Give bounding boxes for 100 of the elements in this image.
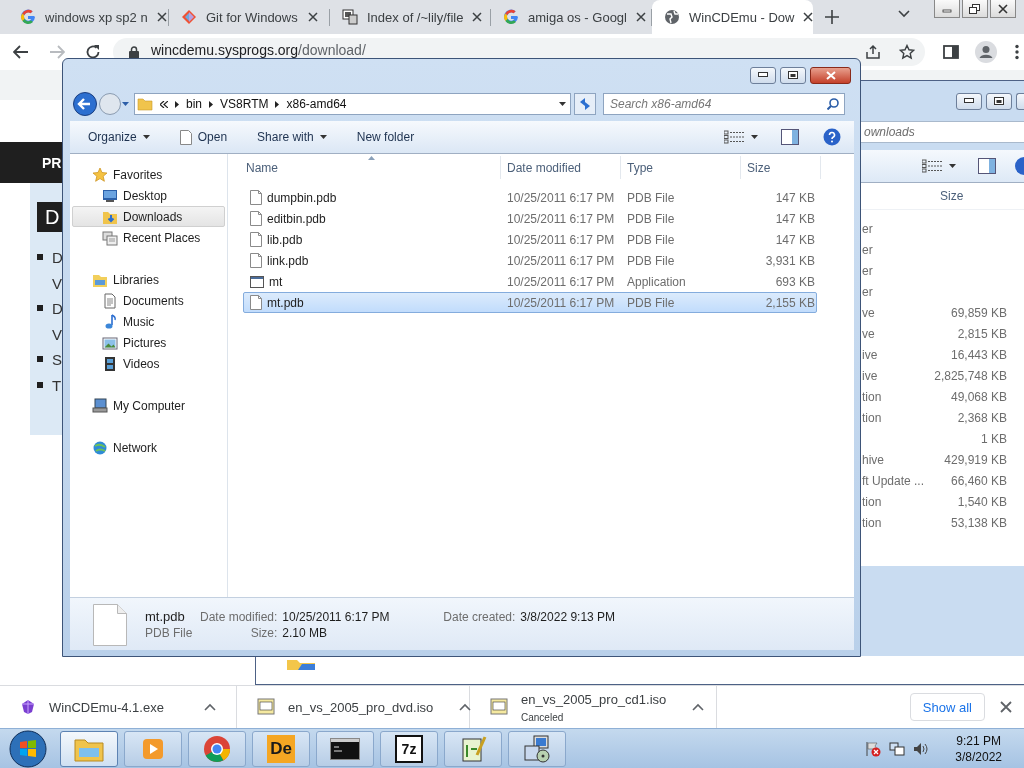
menu-icon[interactable]: [1015, 44, 1019, 60]
taskbar-button[interactable]: 7z: [380, 730, 438, 767]
new-tab-icon[interactable]: [825, 10, 839, 24]
taskbar-button[interactable]: De: [252, 730, 310, 767]
preview-pane-icon[interactable]: [978, 158, 996, 174]
restore-button[interactable]: [962, 0, 988, 18]
nav-item[interactable]: Pictures: [72, 332, 225, 353]
maximize-button[interactable]: [986, 92, 1012, 110]
caret-icon: [751, 135, 758, 139]
chevron-right-icon[interactable]: [209, 100, 213, 108]
close-icon[interactable]: [1000, 701, 1012, 713]
toolbar-button[interactable]: New folder: [356, 130, 415, 144]
network-icon[interactable]: [889, 740, 906, 757]
nav-item[interactable]: Favorites: [72, 164, 225, 185]
toolbar-button[interactable]: Share with: [257, 130, 327, 144]
search-field[interactable]: ownloads: [859, 121, 1024, 143]
flag-icon[interactable]: [865, 740, 882, 757]
chevron-up-icon[interactable]: [204, 703, 216, 711]
minimize-button[interactable]: [956, 92, 982, 110]
chevron-right-icon[interactable]: [275, 100, 280, 108]
table-cell: 16,443 KB: [950, 347, 1007, 362]
browser-tab[interactable]: WinCDEmu - Dow: [652, 0, 813, 34]
nav-item[interactable]: Music: [72, 311, 225, 332]
share-icon[interactable]: [865, 44, 881, 60]
file-row[interactable]: lib.pdb 10/25/2011 6:17 PM PDB File 147 KB: [243, 229, 817, 250]
installer-icon: [522, 733, 552, 764]
double-chevron-icon[interactable]: [160, 100, 168, 108]
close-icon[interactable]: [156, 12, 167, 22]
bullet-icon: [37, 356, 43, 362]
back-icon[interactable]: [13, 45, 29, 59]
column-header[interactable]: Size: [940, 189, 1024, 203]
file-icon: [93, 604, 127, 646]
close-icon[interactable]: [636, 12, 646, 22]
toolbar-button[interactable]: Open: [179, 129, 228, 145]
field-label: Date modified:: [198, 609, 278, 624]
table-cell-text: 10/25/2011 6:17 PM: [506, 274, 616, 289]
nav-item[interactable]: Documents: [72, 290, 225, 311]
table-cell-text: 147 KB: [774, 232, 815, 247]
chevron-right-icon[interactable]: [175, 100, 179, 108]
reload-icon[interactable]: [85, 44, 101, 60]
table-cell-text: 3,931 KB: [764, 253, 815, 268]
nav-item[interactable]: Desktop: [72, 185, 225, 206]
breadcrumb[interactable]: bin: [186, 97, 202, 111]
chevron-up-icon[interactable]: [459, 703, 472, 711]
caret-icon[interactable]: [122, 102, 129, 106]
browser-tab[interactable]: Index of /~lily/file: [330, 0, 491, 34]
table-cell-text: hive: [862, 452, 885, 467]
show-all-button[interactable]: Show all: [909, 693, 985, 721]
breadcrumb[interactable]: x86-amd64: [286, 97, 347, 111]
preview-pane-icon[interactable]: [781, 129, 799, 145]
nav-item[interactable]: Videos: [72, 353, 225, 374]
search-field[interactable]: Search x86-amd64: [603, 93, 845, 115]
file-row[interactable]: mt.pdb 10/25/2011 6:17 PM PDB File 2,155 KB: [243, 292, 817, 313]
star-icon[interactable]: [899, 44, 915, 60]
star-icon: [92, 166, 108, 183]
column-header[interactable]: Type: [621, 156, 741, 179]
file-row[interactable]: mt 10/25/2011 6:17 PM Application 693 KB: [243, 271, 817, 292]
minimize-button[interactable]: [750, 66, 776, 84]
table-cell-text: ve: [862, 305, 876, 320]
bullet-icon: [37, 254, 43, 260]
chevron-down-icon[interactable]: [898, 10, 910, 18]
close-icon[interactable]: [803, 12, 814, 22]
nav-item[interactable]: Libraries: [72, 269, 225, 290]
file-row[interactable]: dumpbin.pdb 10/25/2011 6:17 PM PDB File 147 KB: [243, 187, 817, 208]
file-row[interactable]: link.pdb 10/25/2011 6:17 PM PDB File 3,931 KB: [243, 250, 817, 271]
back-icon[interactable]: [73, 92, 97, 116]
refresh-icon[interactable]: [574, 93, 596, 115]
close-icon[interactable]: [472, 12, 483, 22]
table-cell-text: tion: [862, 389, 883, 404]
minimize-icon: [758, 72, 768, 78]
nav-item[interactable]: Recent Places: [72, 227, 225, 248]
nav-item[interactable]: Network: [72, 437, 225, 458]
view-options-icon[interactable]: [922, 159, 942, 173]
browser-tab[interactable]: Git for Windows: [169, 0, 330, 34]
view-options-icon[interactable]: [724, 130, 744, 144]
breadcrumb[interactable]: VS8RTM: [220, 97, 269, 111]
column-header[interactable]: Name: [243, 156, 501, 179]
browser-tab[interactable]: amiga os - Googl: [491, 0, 652, 34]
search-icon[interactable]: [827, 98, 839, 110]
clock[interactable]: 9:21 PM 3/8/2022: [955, 732, 1002, 765]
address-bar[interactable]: bin VS8RTM x86-amd64: [134, 93, 571, 115]
column-header[interactable]: Size: [741, 156, 821, 179]
close-icon[interactable]: [308, 12, 318, 22]
nav-item[interactable]: Downloads: [72, 206, 225, 227]
chevron-up-icon[interactable]: [692, 703, 705, 711]
start-button[interactable]: [8, 728, 48, 768]
maximize-button[interactable]: [780, 66, 806, 84]
notepad-icon: [459, 734, 487, 763]
file-row[interactable]: editbin.pdb 10/25/2011 6:17 PM PDB File 147 KB: [243, 208, 817, 229]
table-cell-text: 10/25/2011 6:17 PM: [506, 295, 616, 310]
nav-link[interactable]: PR: [42, 154, 62, 171]
table-cell-text: PDB File: [626, 232, 676, 247]
side-panel-icon[interactable]: [943, 44, 959, 60]
table-cell-text: er: [862, 242, 874, 257]
taskbar-button[interactable]: [316, 730, 374, 767]
browser-tab[interactable]: windows xp sp2 n: [8, 0, 169, 34]
column-header[interactable]: Date modified: [501, 156, 621, 179]
toolbar-button[interactable]: Organize: [88, 130, 150, 144]
profile-icon[interactable]: [975, 41, 997, 63]
nav-item[interactable]: My Computer: [72, 395, 225, 416]
